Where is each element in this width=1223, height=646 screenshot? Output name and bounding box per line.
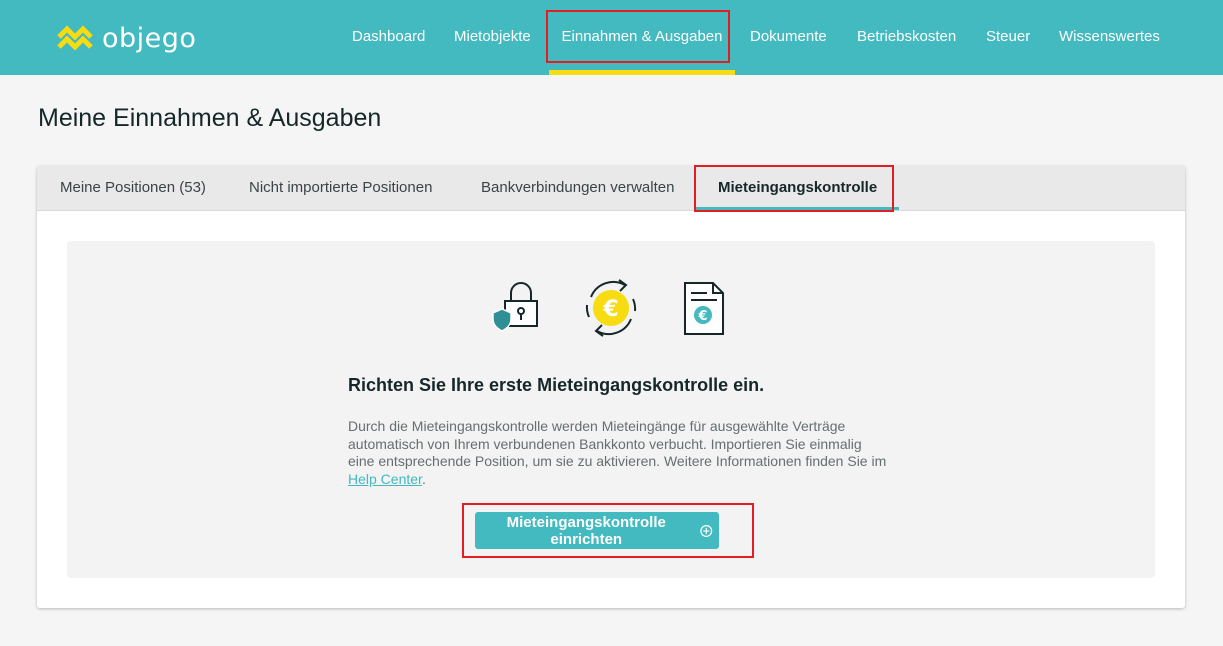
- button-label: Mieteingangskontrolle einrichten: [506, 513, 666, 548]
- nav-label: Einnahmen & Ausgaben: [561, 28, 723, 45]
- empty-state-panel: € € Richten Sie Ihre erste Mieteingangsk…: [67, 241, 1155, 578]
- nav-item-mietobjekte[interactable]: Mietobjekte: [454, 0, 531, 75]
- logo-mark-icon: [57, 25, 93, 51]
- tab-meine-positionen[interactable]: Meine Positionen (53): [60, 166, 206, 210]
- nav-label: Steuer: [986, 28, 1031, 45]
- tab-label: Meine Positionen (53): [60, 179, 206, 196]
- description-text: Durch die Mieteingangskontrolle werden M…: [348, 418, 887, 469]
- objego-logo[interactable]: objego: [57, 22, 196, 54]
- nav-item-betriebskosten[interactable]: Betriebskosten: [857, 0, 956, 75]
- tab-bar: Meine Positionen (53) Nicht importierte …: [37, 166, 1185, 211]
- nav-label: Betriebskosten: [857, 28, 957, 45]
- content-card: Meine Positionen (53) Nicht importierte …: [37, 166, 1185, 608]
- empty-state-description: Durch die Mieteingangskontrolle werden M…: [348, 418, 888, 488]
- plus-circle-icon: [700, 524, 713, 537]
- euro-coin-cycle-icon: €: [585, 279, 637, 337]
- nav-item-steuer[interactable]: Steuer: [986, 0, 1030, 75]
- tab-bankverbindungen-verwalten[interactable]: Bankverbindungen verwalten: [481, 166, 674, 210]
- nav-item-dokumente[interactable]: Dokumente: [750, 0, 827, 75]
- tab-label: Bankverbindungen verwalten: [481, 179, 675, 196]
- empty-state-title: Richten Sie Ihre erste Mieteingangskontr…: [348, 375, 765, 395]
- nav-label: Mietobjekte: [454, 28, 531, 45]
- page-title: Meine Einnahmen & Ausgaben: [38, 104, 382, 132]
- nav-label: Wissenswertes: [1059, 28, 1160, 45]
- empty-state-icons: € €: [67, 241, 1155, 341]
- nav-item-dashboard[interactable]: Dashboard: [352, 0, 425, 75]
- tab-nicht-importierte-positionen[interactable]: Nicht importierte Positionen: [249, 166, 432, 210]
- euro-document-icon: €: [684, 282, 724, 335]
- active-nav-indicator: [549, 70, 735, 75]
- top-navigation-bar: objego Dashboard Mietobjekte Einnahmen &…: [0, 0, 1223, 75]
- nav-label: Dokumente: [750, 28, 827, 45]
- tab-label: Mieteingangskontrolle: [718, 179, 878, 196]
- nav-label: Dashboard: [352, 28, 426, 45]
- active-tab-indicator: [696, 207, 900, 210]
- help-center-link[interactable]: Help Center: [348, 471, 422, 487]
- description-text-end: .: [421, 470, 426, 487]
- nav-item-einnahmen-ausgaben[interactable]: Einnahmen & Ausgaben: [549, 0, 735, 75]
- lock-shield-icon: [492, 282, 538, 332]
- svg-text:€: €: [602, 297, 618, 322]
- svg-text:€: €: [697, 309, 707, 324]
- tab-label: Nicht importierte Positionen: [249, 179, 433, 196]
- tab-mieteingangskontrolle[interactable]: Mieteingangskontrolle: [696, 166, 900, 210]
- setup-rent-control-button[interactable]: Mieteingangskontrolle einrichten: [475, 512, 719, 549]
- logo-text: objego: [102, 22, 197, 54]
- nav-item-wissenswertes[interactable]: Wissenswertes: [1059, 0, 1160, 75]
